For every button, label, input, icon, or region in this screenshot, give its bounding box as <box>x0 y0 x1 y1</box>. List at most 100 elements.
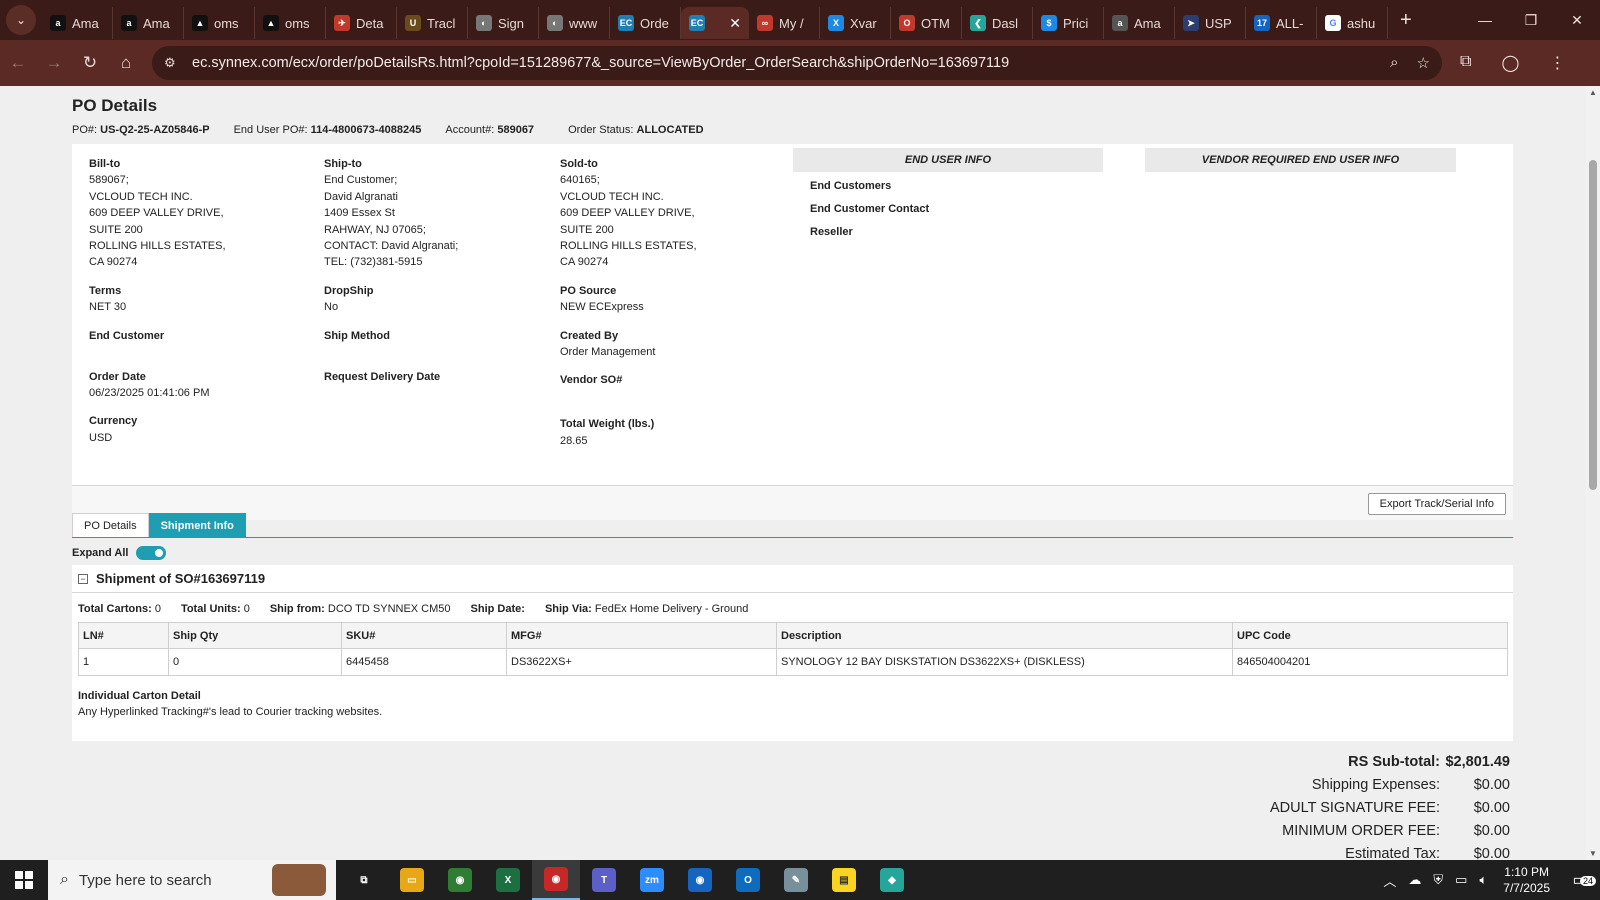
show-hidden-icons[interactable]: ︿ <box>1383 871 1396 890</box>
security-icon[interactable]: ⛨ <box>1433 872 1443 888</box>
browser-tab[interactable]: ∞ My / <box>749 7 820 39</box>
browser-tab-bar: ⌄ a Ama a Ama ▲ oms ▲ oms ✈ Deta U Tracl ◐ Sign ◐ www EC… <box>0 0 1600 40</box>
totals-row-subtotal: RS Sub-total: $2,801.49 <box>1348 753 1510 770</box>
browser-tab-title: oms <box>214 15 239 31</box>
scroll-up-icon[interactable]: ▲ <box>1589 88 1597 97</box>
clock[interactable]: 1:10 PM 7/7/2025 <box>1503 864 1550 896</box>
dropship-value: No <box>324 301 339 314</box>
url-text[interactable]: ec.synnex.com/ecx/order/poDetailsRs.html… <box>192 55 1009 71</box>
home-icon[interactable]: ⌂ <box>108 53 144 73</box>
collapse-icon[interactable]: − <box>78 573 88 584</box>
tab-search-icon[interactable]: ⌄ <box>6 5 36 35</box>
file-explorer-icon[interactable]: ▭ <box>388 860 436 900</box>
cell-sku: 6445458 <box>341 648 507 676</box>
close-tab-icon[interactable]: ✕ <box>729 15 741 32</box>
browser-tab[interactable]: EC Orde <box>610 7 681 39</box>
volume-icon[interactable]: 🔈︎ <box>1479 872 1487 888</box>
address-line: CA 90274 <box>89 256 138 269</box>
browser-tab[interactable]: ❮ Dasl <box>962 7 1033 39</box>
search-icon: ⌕ <box>60 871 69 888</box>
zoom-icon-glyph: zm <box>640 868 664 892</box>
shipment-items-table: LN# Ship Qty SKU# MFG# Description UPC C… <box>78 622 1508 676</box>
chrome-profile-icon[interactable]: ◉ <box>532 860 580 900</box>
myapp-icon: ∞ <box>757 15 773 31</box>
app-icon[interactable]: ◆ <box>868 860 916 900</box>
sticky-notes-icon[interactable]: ▤ <box>820 860 868 900</box>
url-field[interactable]: ⚙ ec.synnex.com/ecx/order/poDetailsRs.ht… <box>152 46 1442 80</box>
scroll-down-icon[interactable]: ▼ <box>1589 849 1597 858</box>
end-customers-label: End Customers <box>810 180 892 192</box>
browser-tab[interactable]: ◐ www <box>539 7 610 39</box>
onedrive-icon[interactable]: ☁ <box>1408 872 1421 888</box>
taskbar-search-placeholder[interactable]: Type here to search <box>79 872 212 889</box>
tab-po-details[interactable]: PO Details <box>72 513 149 537</box>
browser-tab[interactable]: a Ama <box>1104 7 1175 39</box>
forward-icon[interactable]: → <box>36 53 72 73</box>
network-icon[interactable]: ▭ <box>1455 872 1467 888</box>
browser-tab[interactable]: a Ama <box>42 7 113 39</box>
zoom-icon[interactable]: ⌕ <box>1390 54 1398 72</box>
browser-tab-title: Prici <box>1063 15 1089 31</box>
address-line: CONTACT: David Algranati; <box>324 240 459 253</box>
order-status: Order Status: ALLOCATED <box>568 124 704 136</box>
page-scrollbar[interactable]: ▲ ▼ <box>1586 86 1600 860</box>
notes-icon[interactable]: ✎ <box>772 860 820 900</box>
taskbar-search[interactable]: ⌕ Type here to search <box>48 860 336 900</box>
col-ship-qty: Ship Qty <box>168 622 342 649</box>
browser-tab-title: Orde <box>640 15 669 31</box>
address-line: David Algranati <box>324 190 398 203</box>
end-user-info-list: End Customers End Customer Contact Resel… <box>810 180 929 249</box>
profile-icon[interactable]: ◯ <box>1501 53 1519 73</box>
new-tab-icon[interactable]: + <box>1400 9 1412 32</box>
browser-tab[interactable]: ➤ USP <box>1175 7 1246 39</box>
browser-tab[interactable]: U Tracl <box>397 7 468 39</box>
chrome-icon[interactable]: ◉ <box>436 860 484 900</box>
browser-tab[interactable]: $ Prici <box>1033 7 1104 39</box>
reseller-label: Reseller <box>810 226 853 238</box>
table-row: 1 0 6445458 DS3622XS+ SYNOLOGY 12 BAY DI… <box>78 648 1508 676</box>
task-view-icon[interactable]: ⧉ <box>340 860 388 900</box>
page-content: PO Details PO#: US-Q2-25-AZ05846-P End U… <box>0 86 1586 860</box>
back-icon[interactable]: ← <box>0 53 36 73</box>
browser-tab-title: ashu <box>1347 15 1376 31</box>
chrome-icon[interactable]: ◉ <box>676 860 724 900</box>
teams-icon[interactable]: T <box>580 860 628 900</box>
browser-tab[interactable]: ▲ oms <box>184 7 255 39</box>
17track-icon: 17 <box>1254 15 1270 31</box>
browser-tab[interactable]: ✈ Deta <box>326 7 397 39</box>
close-window-icon[interactable]: ✕ <box>1554 12 1600 29</box>
browser-tab[interactable]: X Xvar <box>820 7 891 39</box>
browser-tab[interactable]: ▲ oms <box>255 7 326 39</box>
bookmark-star-icon[interactable]: ☆ <box>1417 54 1430 72</box>
order-totals: RS Sub-total: $2,801.49 Shipping Expenses… <box>1190 750 1510 861</box>
excel-icon[interactable]: X <box>484 860 532 900</box>
site-info-icon[interactable]: ⚙ <box>164 55 182 71</box>
browser-tab[interactable]: ◐ Sign <box>468 7 539 39</box>
zoom-icon[interactable]: zm <box>628 860 676 900</box>
account-number: Account#: 589067 <box>445 124 535 136</box>
browser-tab[interactable]: 17 ALL- <box>1246 7 1317 39</box>
browser-tab[interactable]: Gashu <box>1317 7 1388 39</box>
browser-tab[interactable]: O OTM <box>891 7 962 39</box>
browser-menu-icon[interactable]: ⋮ <box>1549 53 1565 73</box>
total-units: Total Units: 0 <box>180 603 250 615</box>
ec-icon: EC <box>689 15 705 31</box>
start-button[interactable] <box>0 871 48 889</box>
oms-icon: ▲ <box>192 15 208 31</box>
browser-tab-title: USP <box>1205 15 1232 31</box>
windows-logo-icon <box>15 871 33 889</box>
expand-all-toggle[interactable] <box>136 546 167 560</box>
browser-tab[interactable]: EC ✕ <box>681 7 749 39</box>
page-title: PO Details <box>72 96 158 115</box>
minimize-icon[interactable]: — <box>1462 12 1508 29</box>
notifications-icon[interactable]: ▭24 <box>1560 870 1600 890</box>
tab-shipment-info[interactable]: Shipment Info <box>148 513 246 537</box>
restore-icon[interactable]: ❐ <box>1508 12 1554 29</box>
browser-tab-title: Ama <box>1134 15 1161 31</box>
sold-to-address: 640165; VCLOUD TECH INC. 609 DEEP VALLEY D… <box>560 172 785 270</box>
reload-icon[interactable]: ↻ <box>72 53 108 73</box>
scroll-thumb[interactable] <box>1589 160 1597 490</box>
browser-tab[interactable]: a Ama <box>113 7 184 39</box>
outlook-icon[interactable]: O <box>724 860 772 900</box>
extensions-icon[interactable]: ⧉ <box>1460 53 1471 73</box>
